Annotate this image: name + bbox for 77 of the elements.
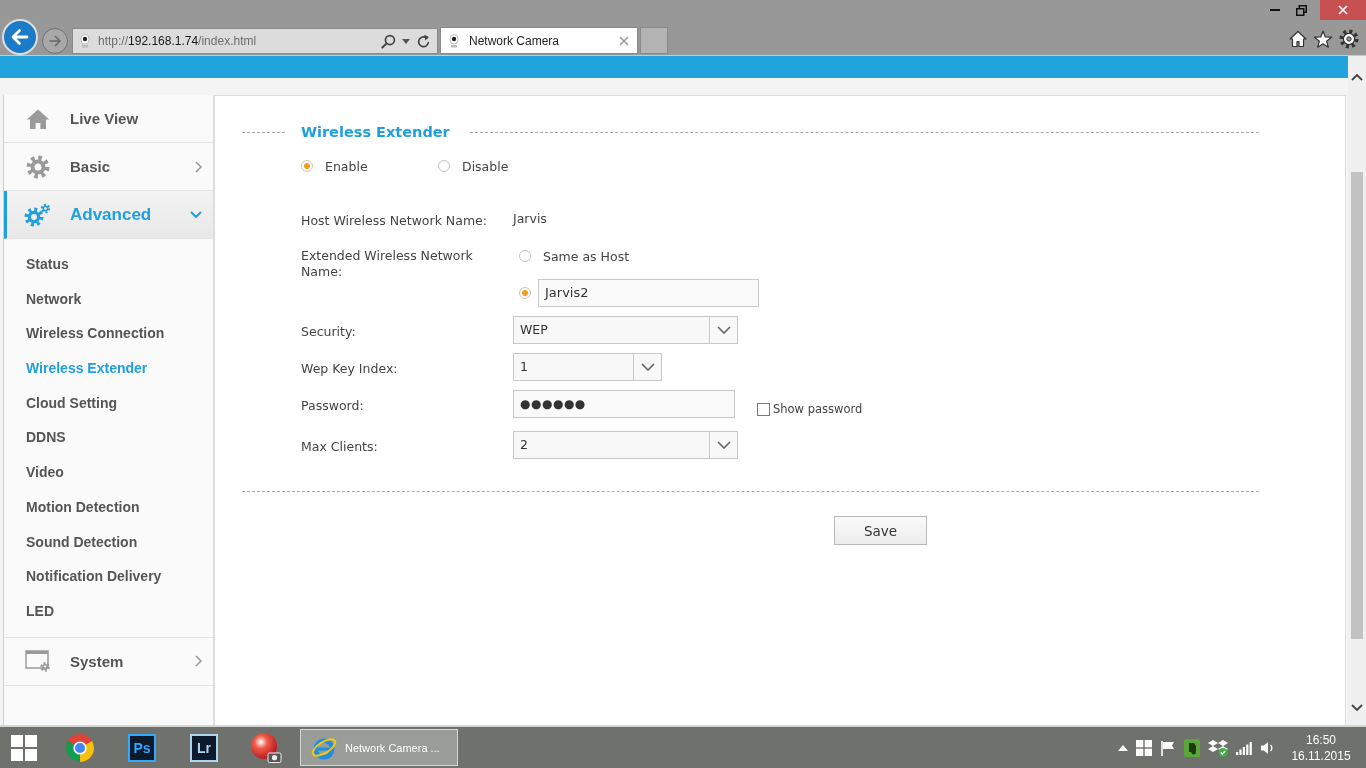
radio-label: Same as Host <box>543 248 630 264</box>
restore-icon[interactable] <box>1295 4 1307 16</box>
field-label: Host Wireless Network Name: <box>301 212 487 229</box>
close-button[interactable] <box>1320 0 1366 20</box>
search-icon[interactable] <box>381 33 396 49</box>
gears-icon <box>24 202 52 227</box>
clock-time: 16:50 <box>1306 731 1336 748</box>
save-button[interactable]: Save <box>834 516 927 545</box>
scroll-down-icon[interactable] <box>1351 704 1363 711</box>
home-icon <box>24 107 52 130</box>
nav-item[interactable]: Live View <box>4 95 213 143</box>
radio-button[interactable] <box>301 160 313 172</box>
browser-tab[interactable]: Network Camera <box>440 27 638 54</box>
checkbox[interactable] <box>757 402 770 416</box>
field-label: Password: <box>301 397 364 414</box>
nav-subitem[interactable]: Motion Detection <box>26 489 140 525</box>
scrollbar[interactable] <box>1348 56 1366 725</box>
scroll-up-icon[interactable] <box>1351 74 1363 81</box>
nav-item[interactable]: System <box>4 637 213 686</box>
nav-subitem[interactable]: LED <box>26 593 54 629</box>
nav-subitem[interactable]: Sound Detection <box>26 524 138 560</box>
nav-subitem[interactable]: DDNS <box>26 420 66 456</box>
checkbox-label: Show password <box>773 402 863 416</box>
square-app-icon[interactable] <box>1184 738 1200 757</box>
window-panes-icon[interactable] <box>1136 739 1152 756</box>
section-title: Wireless Extender <box>301 123 450 142</box>
close-tab-icon[interactable] <box>619 35 629 46</box>
left-arrow-icon <box>10 27 30 47</box>
radio-button[interactable] <box>519 287 531 299</box>
dropdown[interactable]: WEP <box>513 316 738 344</box>
url-text: http://192.168.1.74/index.html <box>98 34 257 48</box>
star-icon[interactable] <box>1313 29 1333 49</box>
back-button[interactable] <box>2 19 38 55</box>
clock-date: 16.11.2015 <box>1291 747 1351 764</box>
radio-button[interactable] <box>438 160 450 172</box>
app-tile[interactable]: Ps <box>128 733 156 762</box>
home-icon[interactable] <box>1289 30 1307 48</box>
field-label: Wep Key Index: <box>301 360 398 377</box>
field-label: Max Clients: <box>301 438 378 455</box>
nav-subitem[interactable]: Notification Delivery <box>26 559 162 594</box>
caret-icon[interactable] <box>402 38 410 44</box>
nav-subitem[interactable]: Video <box>26 455 64 490</box>
sphere-camera-icon[interactable] <box>250 731 282 764</box>
box-check-icon[interactable] <box>1208 738 1228 757</box>
signal-icon[interactable] <box>1236 740 1252 755</box>
right-arrow-icon <box>48 34 62 48</box>
nav-subitem[interactable]: Wireless Connection <box>26 316 165 352</box>
dropdown[interactable]: 2 <box>513 431 738 459</box>
dropdown[interactable]: 1 <box>513 353 662 381</box>
refresh-icon[interactable] <box>416 33 431 49</box>
nav-subitem[interactable]: Cloud Setting <box>26 385 117 421</box>
start-icon[interactable] <box>11 734 37 761</box>
password-input[interactable]: ●●●●●● <box>513 390 735 418</box>
nav-subitem[interactable]: Status <box>26 247 69 282</box>
chevron-down-icon <box>716 441 731 449</box>
chevron-down-icon <box>640 363 655 371</box>
flag-icon[interactable] <box>1160 739 1176 756</box>
nav-subitem[interactable]: Network <box>26 281 82 317</box>
radio-label: Disable <box>462 158 509 174</box>
round-logo-icon[interactable] <box>65 732 95 763</box>
address-bar[interactable]: http://192.168.1.74/index.html <box>72 28 438 54</box>
radio-button[interactable] <box>519 250 531 262</box>
radio-label: Enable <box>325 158 368 174</box>
field-label: Extended Wireless Network Name: <box>301 248 474 280</box>
text-input[interactable]: Jarvis2 <box>538 279 759 307</box>
camera-favicon-icon <box>449 33 459 48</box>
chevron-up-icon[interactable] <box>1118 744 1128 751</box>
field-value: Jarvis <box>513 210 547 228</box>
scrollbar-thumb[interactable] <box>1351 172 1363 639</box>
settings-icon[interactable] <box>1339 29 1359 49</box>
window-gear-icon <box>24 650 52 673</box>
app-tile[interactable]: Lr <box>190 733 218 762</box>
camera-favicon-icon <box>80 34 90 48</box>
close-icon <box>1338 5 1348 15</box>
gear-icon <box>24 154 52 179</box>
field-label: Security: <box>301 323 356 340</box>
chevron-down-icon <box>716 326 731 334</box>
